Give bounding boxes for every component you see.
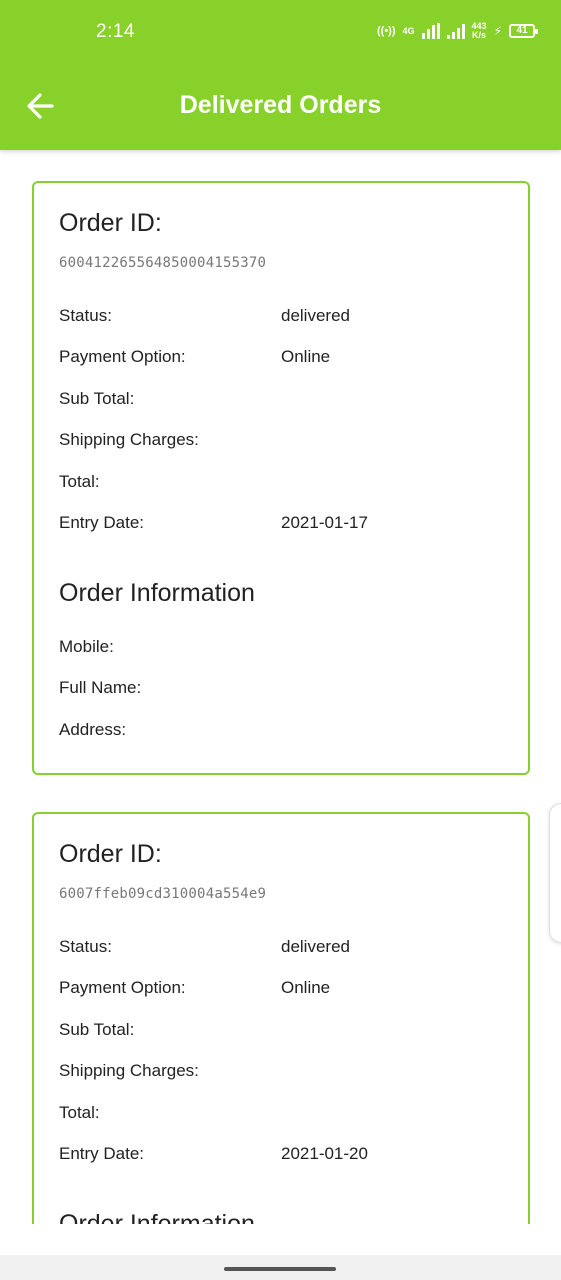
sub-total-label: Sub Total:	[59, 1020, 135, 1039]
payment-option-label: Payment Option:	[59, 978, 186, 997]
orders-list[interactable]: Order ID: 600412265564850004155370 Statu…	[0, 150, 561, 1224]
payment-row: Payment Option: Online	[59, 978, 499, 1002]
home-gesture-handle[interactable]	[224, 1267, 336, 1271]
mobile-row: Mobile:	[59, 637, 499, 661]
payment-option-value: Online	[281, 347, 331, 366]
app-bar: 2:14 ((•)) 4G 443 K/s ⚡ 41 Delivered Ord…	[0, 0, 561, 150]
battery-icon: 41	[509, 24, 538, 38]
order-id-value: 600412265564850004155370	[59, 255, 267, 271]
entry-date-row: Entry Date: 2021-01-20	[59, 1144, 499, 1168]
payment-row: Payment Option: Online	[59, 347, 499, 371]
order-information-heading: Order Information	[59, 1210, 255, 1224]
payment-option-label: Payment Option:	[59, 347, 186, 366]
total-row: Total:	[59, 472, 499, 496]
sub-total-row: Sub Total:	[59, 389, 499, 413]
network-speed: 443 K/s	[472, 22, 487, 40]
charging-icon: ⚡	[493, 24, 502, 38]
payment-option-value: Online	[281, 978, 331, 997]
sub-total-label: Sub Total:	[59, 389, 135, 408]
status-bar: 2:14 ((•)) 4G 443 K/s ⚡ 41	[0, 0, 561, 62]
mobile-label: Mobile:	[59, 637, 114, 656]
shipping-charges-label: Shipping Charges:	[59, 1061, 199, 1080]
entry-date-label: Entry Date:	[59, 513, 145, 532]
entry-date-label: Entry Date:	[59, 1144, 145, 1163]
full-name-label: Full Name:	[59, 678, 142, 697]
navigation-bar	[0, 1255, 561, 1280]
order-id-heading: Order ID:	[59, 209, 162, 237]
address-label: Address:	[59, 720, 127, 739]
total-row: Total:	[59, 1103, 499, 1127]
order-information-heading: Order Information	[59, 579, 255, 607]
order-id-value: 6007ffeb09cd310004a554e9	[59, 886, 267, 902]
status-row: Status: delivered	[59, 937, 499, 961]
entry-date-value: 2021-01-20	[281, 1144, 368, 1163]
status-value: delivered	[281, 937, 350, 956]
status-value: delivered	[281, 306, 350, 325]
speed-unit: K/s	[472, 30, 487, 40]
order-card: Order ID: 600412265564850004155370 Statu…	[32, 181, 530, 775]
battery-level: 41	[516, 25, 528, 36]
entry-date-row: Entry Date: 2021-01-17	[59, 513, 499, 537]
status-icons: ((•)) 4G 443 K/s ⚡ 41	[377, 20, 538, 42]
shipping-charges-label: Shipping Charges:	[59, 430, 199, 449]
total-label: Total:	[59, 472, 100, 491]
status-row: Status: delivered	[59, 306, 499, 330]
sub-total-row: Sub Total:	[59, 1020, 499, 1044]
edge-panel-handle[interactable]	[549, 803, 561, 943]
network-type: 4G	[402, 25, 415, 36]
address-row: Address:	[59, 720, 499, 744]
order-card: Order ID: 6007ffeb09cd310004a554e9 Statu…	[32, 812, 530, 1224]
entry-date-value: 2021-01-17	[281, 513, 368, 532]
signal-icon	[421, 23, 440, 39]
total-label: Total:	[59, 1103, 100, 1122]
hotspot-icon: ((•))	[377, 25, 396, 37]
full-name-row: Full Name:	[59, 678, 499, 702]
status-label: Status:	[59, 306, 112, 325]
order-id-heading: Order ID:	[59, 840, 162, 868]
signal-2-icon	[446, 23, 465, 39]
status-time: 2:14	[96, 21, 135, 42]
shipping-row: Shipping Charges:	[59, 1061, 499, 1085]
status-label: Status:	[59, 937, 112, 956]
shipping-row: Shipping Charges:	[59, 430, 499, 454]
page-title: Delivered Orders	[179, 91, 382, 119]
